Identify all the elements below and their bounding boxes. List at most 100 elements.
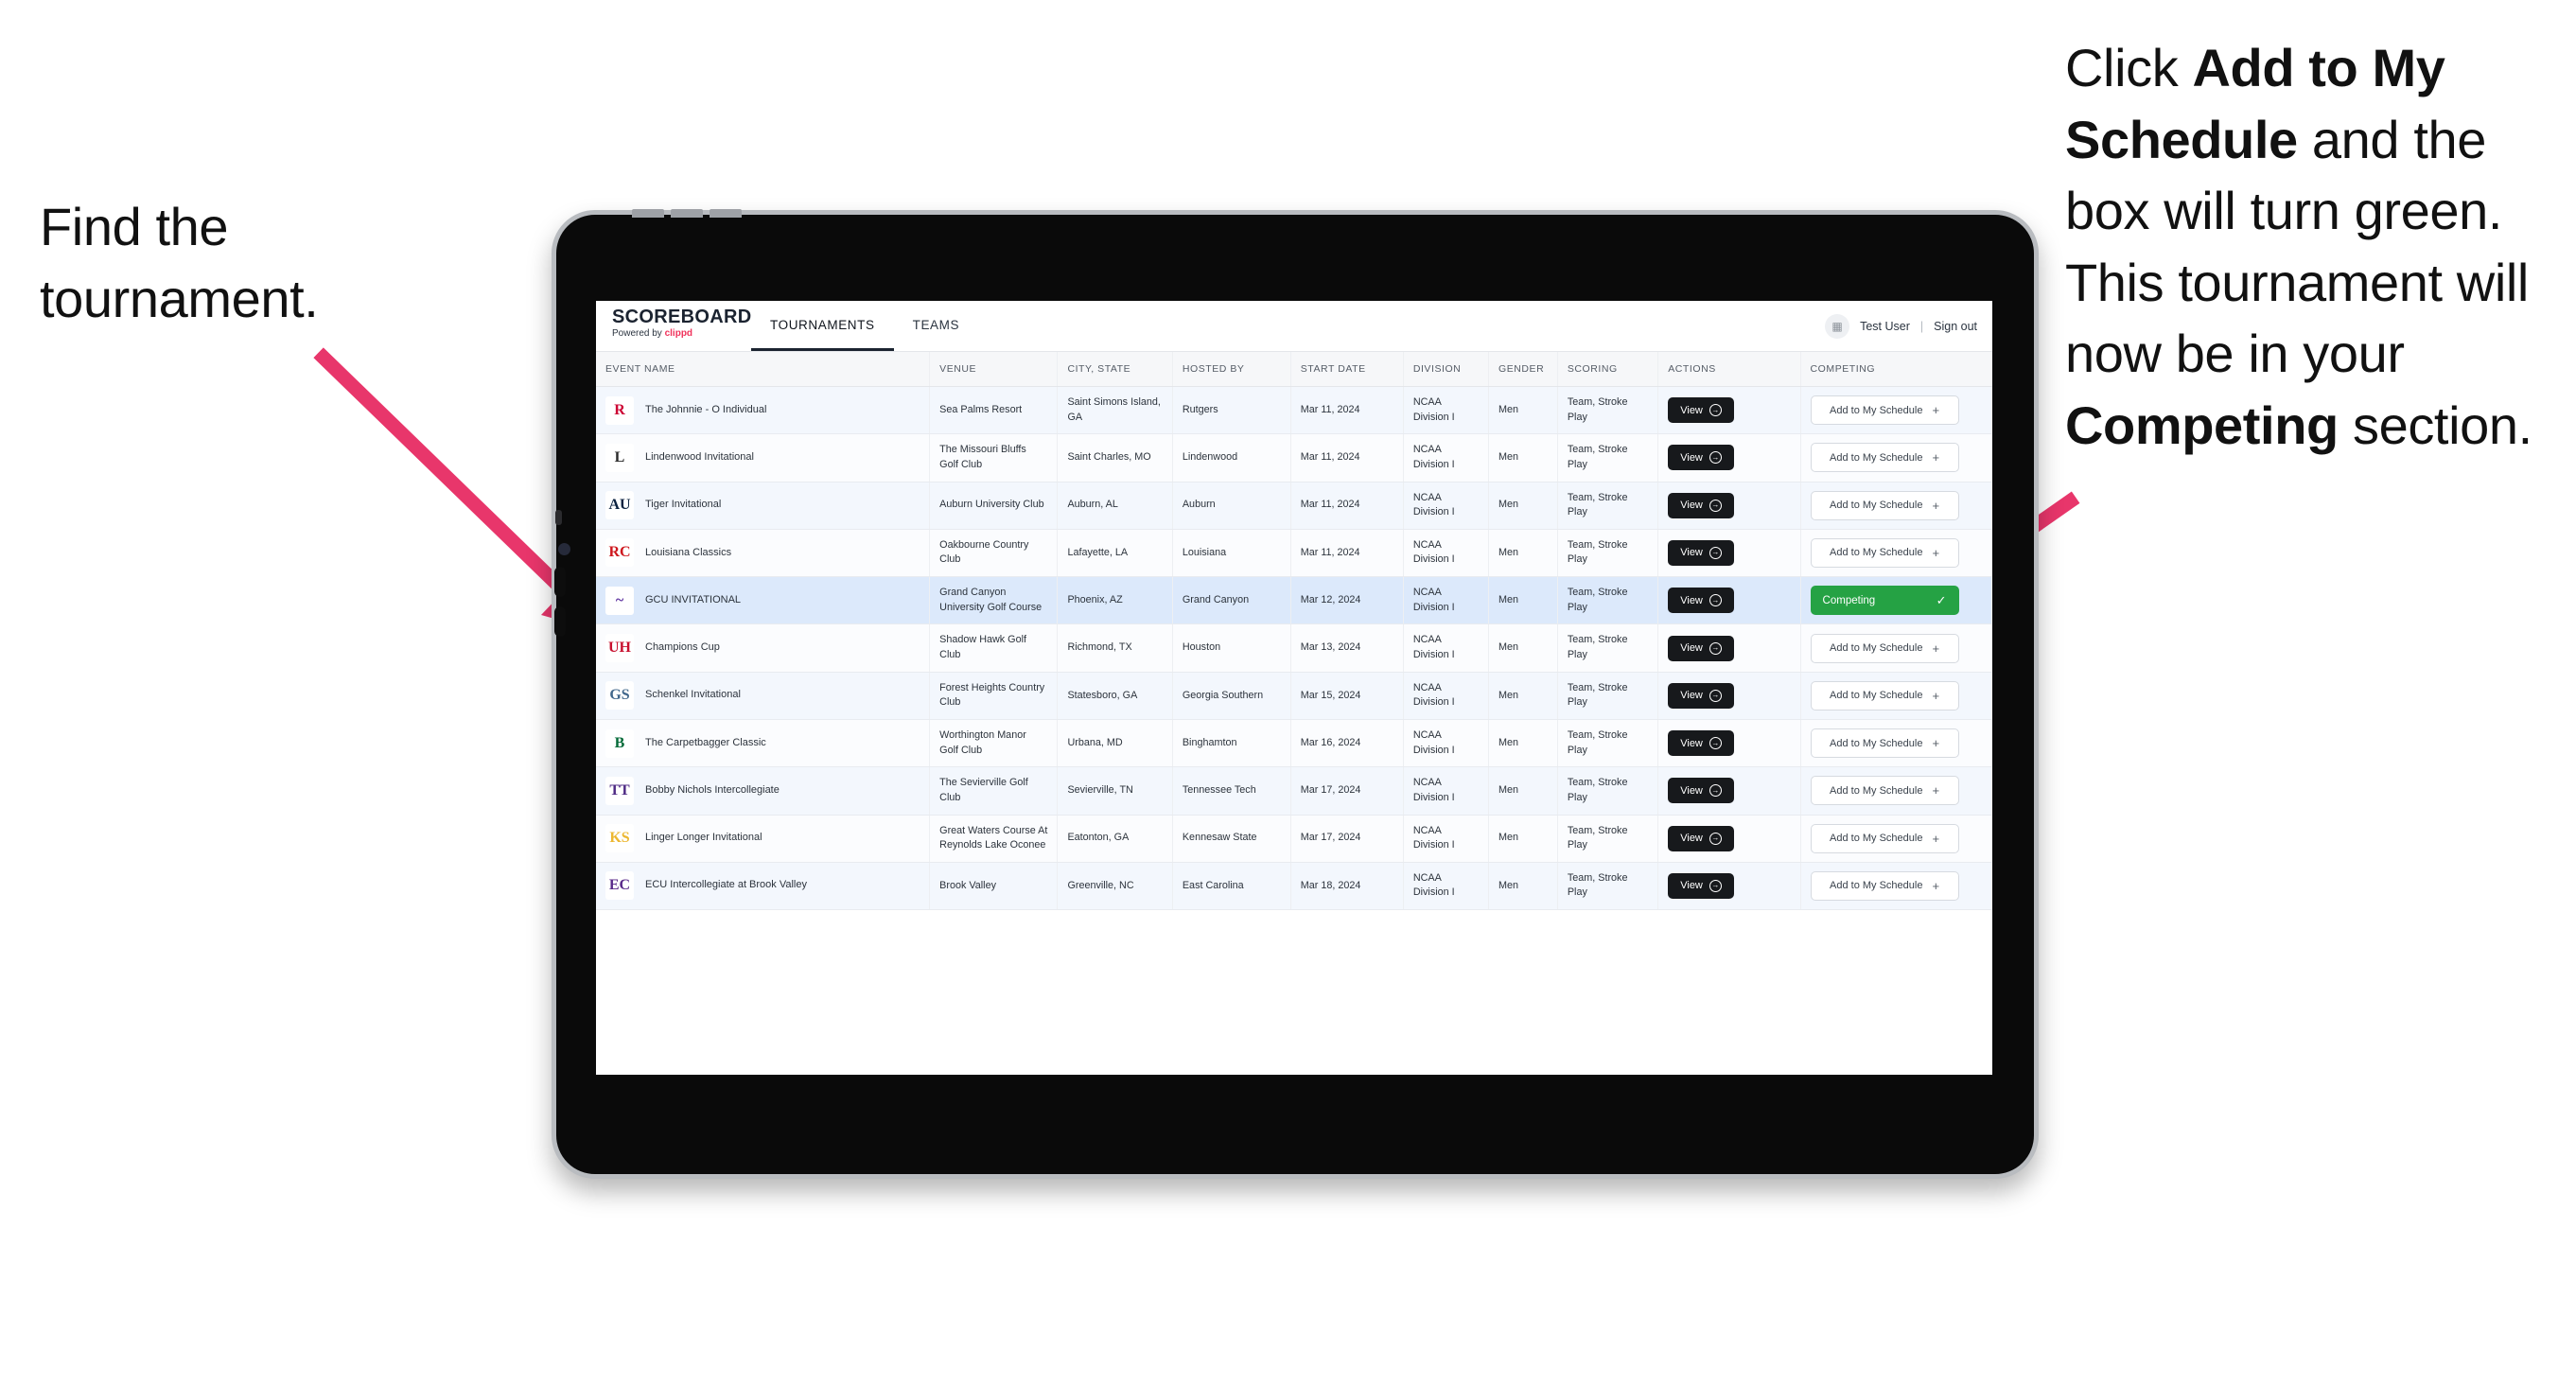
add-to-my-schedule-label: Add to My Schedule [1830,547,1923,559]
arrow-right-circle-icon: → [1709,641,1722,655]
add-to-my-schedule-button[interactable]: Add to My Schedule + [1810,680,1959,711]
event-name-label: Bobby Nichols Intercollegiate [645,783,780,796]
add-to-my-schedule-button[interactable]: Add to My Schedule + [1810,443,1959,473]
add-to-my-schedule-button[interactable]: Add to My Schedule + [1810,537,1959,568]
col-hosted-by[interactable]: HOSTED BY [1172,352,1291,387]
tab-teams[interactable]: TEAMS [894,301,979,351]
cell-gender: Men [1488,433,1558,482]
col-start-date[interactable]: START DATE [1290,352,1404,387]
view-button[interactable]: View → [1668,539,1734,566]
view-button-label: View [1680,880,1703,892]
col-actions[interactable]: ACTIONS [1657,352,1801,387]
col-event-name[interactable]: EVENT NAME [596,352,931,387]
add-to-my-schedule-button[interactable]: Add to My Schedule + [1810,395,1959,426]
cell-city-state: Eatonton, GA [1057,815,1173,863]
cell-actions: View → [1657,815,1801,863]
table-row[interactable]: EC ECU Intercollegiate at Brook Valley Bro… [596,862,1992,911]
tablet-device-frame: SCOREBOARD Powered by clippd TOURNAMENTS… [552,209,2039,1179]
cell-city-state: Lafayette, LA [1057,529,1173,578]
table-row[interactable]: TT Bobby Nichols Intercollegiate The Sevie… [596,766,1992,816]
cell-hosted-by: Houston [1172,623,1291,673]
view-button[interactable]: View → [1668,588,1734,614]
cell-venue: The Sevierville Golf Club [929,766,1059,816]
col-venue[interactable]: VENUE [929,352,1059,387]
cell-city-state: Sevierville, TN [1057,766,1173,816]
cell-actions: View → [1657,719,1801,768]
cell-gender: Men [1488,815,1558,863]
add-to-my-schedule-button[interactable]: Add to My Schedule + [1810,633,1959,663]
view-button-label: View [1680,833,1703,845]
user-name[interactable]: Test User [1860,320,1910,333]
arrow-right-circle-icon: → [1709,689,1722,702]
table-row[interactable]: L Lindenwood Invitational The Missouri Blu… [596,433,1992,482]
brand-logo[interactable]: SCOREBOARD Powered by clippd [596,301,751,351]
view-button[interactable]: View → [1668,778,1734,804]
volume-up-button[interactable] [554,567,566,597]
view-button[interactable]: View → [1668,445,1734,471]
view-button-label: View [1680,642,1703,655]
view-button[interactable]: View → [1668,635,1734,661]
cell-event-name: L Lindenwood Invitational [596,433,931,482]
add-to-my-schedule-label: Add to My Schedule [1830,642,1923,655]
volume-down-button[interactable] [554,606,566,637]
cell-competing: Add to My Schedule + [1800,529,1992,578]
col-division[interactable]: DIVISION [1403,352,1490,387]
view-button-label: View [1680,737,1703,749]
table-row[interactable]: ~ GCU INVITATIONAL Grand Canyon University… [596,576,1992,625]
cell-division: NCAA Division I [1403,529,1490,578]
add-to-my-schedule-button[interactable]: Add to My Schedule + [1810,823,1959,853]
cell-start-date: Mar 13, 2024 [1290,623,1404,673]
col-city-state[interactable]: CITY, STATE [1057,352,1173,387]
col-competing[interactable]: COMPETING [1800,352,1992,387]
add-to-my-schedule-label: Add to My Schedule [1830,404,1923,416]
table-row[interactable]: RC Louisiana Classics Oakbourne Country Cl… [596,529,1992,578]
tournaments-table-scroll[interactable]: EVENT NAME VENUE CITY, STATE HOSTED BY S… [596,352,1992,1075]
nav-tabs: TOURNAMENTS TEAMS [751,301,978,351]
cell-division: NCAA Division I [1403,433,1490,482]
add-to-my-schedule-button[interactable]: Add to My Schedule + [1810,870,1959,901]
add-to-my-schedule-button[interactable]: Add to My Schedule + [1810,776,1959,806]
cell-venue: Oakbourne Country Club [929,529,1059,578]
cell-scoring: Team, Stroke Play [1557,766,1659,816]
cell-city-state: Phoenix, AZ [1057,576,1173,625]
cell-venue: Sea Palms Resort [929,386,1059,435]
view-button-label: View [1680,547,1703,559]
table-row[interactable]: GS Schenkel Invitational Forest Heights Co… [596,672,1992,720]
view-button[interactable]: View → [1668,397,1734,424]
team-logo-icon: R [605,395,634,425]
grid-icon[interactable]: ▦ [1825,313,1850,339]
col-scoring[interactable]: SCORING [1557,352,1659,387]
view-button[interactable]: View → [1668,682,1734,709]
cell-actions: View → [1657,766,1801,816]
cell-competing: Add to My Schedule + [1800,386,1992,435]
add-to-my-schedule-button[interactable]: Add to My Schedule + [1810,728,1959,759]
competing-button[interactable]: Competing ✓ [1810,586,1959,616]
table-row[interactable]: R The Johnnie - O Individual Sea Palms Res… [596,386,1992,435]
cell-event-name: R The Johnnie - O Individual [596,386,931,435]
sign-out-link[interactable]: Sign out [1934,320,1977,333]
cell-actions: View → [1657,433,1801,482]
add-to-my-schedule-label: Add to My Schedule [1830,833,1923,845]
view-button[interactable]: View → [1668,872,1734,899]
table-row[interactable]: KS Linger Longer Invitational Great Waters… [596,815,1992,863]
cell-venue: Worthington Manor Golf Club [929,719,1059,768]
cell-actions: View → [1657,623,1801,673]
cell-gender: Men [1488,719,1558,768]
col-gender[interactable]: GENDER [1488,352,1558,387]
table-row[interactable]: B The Carpetbagger Classic Worthington Man… [596,719,1992,768]
table-row[interactable]: AU Tiger Invitational Auburn University Cl… [596,482,1992,530]
cell-division: NCAA Division I [1403,766,1490,816]
table-row[interactable]: UH Champions Cup Shadow Hawk Golf Club Rich… [596,623,1992,673]
plus-icon: + [1932,878,1940,893]
competing-label: Competing [1822,594,1876,606]
cell-division: NCAA Division I [1403,815,1490,863]
view-button[interactable]: View → [1668,730,1734,757]
cell-competing: Add to My Schedule + [1800,672,1992,720]
add-to-my-schedule-button[interactable]: Add to My Schedule + [1810,490,1959,520]
cell-division: NCAA Division I [1403,623,1490,673]
tab-tournaments[interactable]: TOURNAMENTS [751,301,894,351]
view-button[interactable]: View → [1668,825,1734,851]
cell-division: NCAA Division I [1403,672,1490,720]
cell-start-date: Mar 17, 2024 [1290,815,1404,863]
view-button[interactable]: View → [1668,492,1734,518]
